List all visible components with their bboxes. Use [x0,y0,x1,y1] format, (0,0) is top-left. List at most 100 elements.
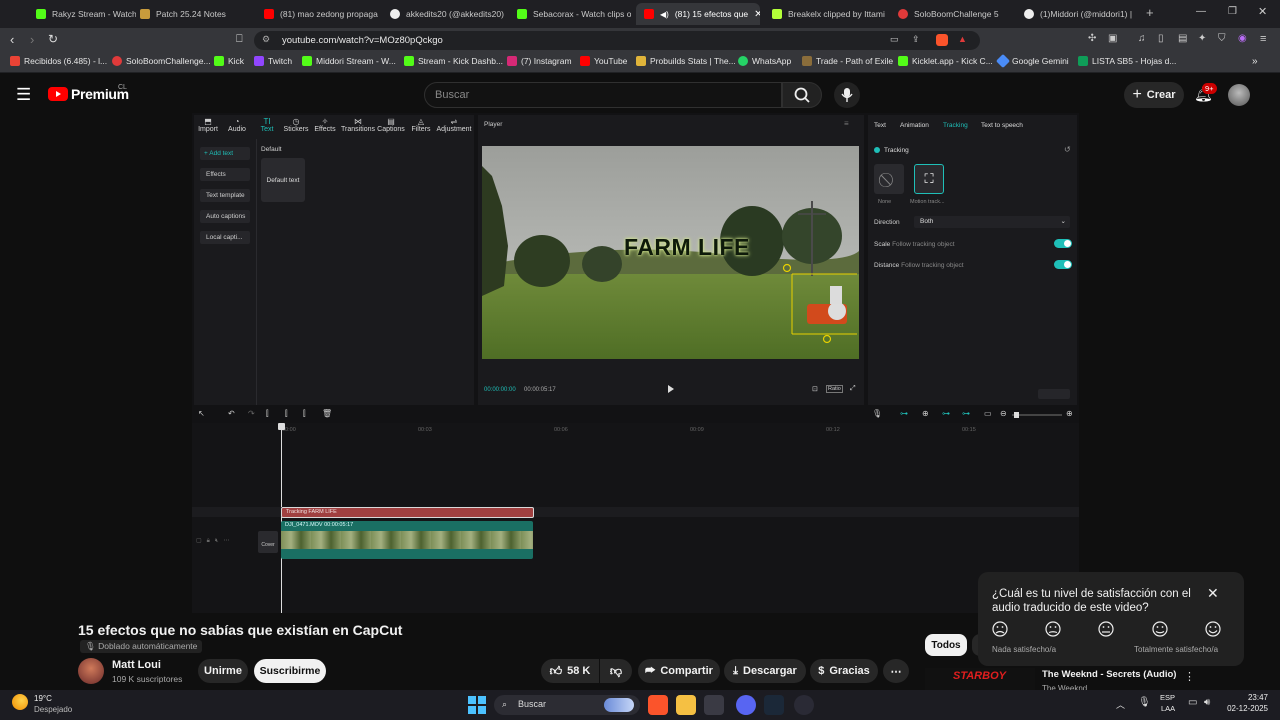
language-layout[interactable]: LAA [1161,704,1175,713]
browser-tab[interactable]: (1)Middori (@middori1) | [1016,3,1140,25]
bookmark-item[interactable]: Kick [214,56,244,66]
voice-search-button[interactable] [834,82,860,108]
playhead-handle[interactable] [278,423,285,430]
extensions-icon[interactable]: ✣ [1088,33,1096,44]
video-player[interactable]: ⬒ Import ◔ Audio TI Text ◷ Stickers ✧ Effects… [192,113,1079,613]
browser-tab[interactable]: akkedits20 (@akkedits20) [382,3,504,25]
redo-icon[interactable]: ↷ [248,409,255,418]
file-explorer-icon[interactable] [676,695,696,715]
bookmark-item[interactable]: Recibidos (6.485) - l... [10,56,107,66]
join-button[interactable]: Unirme [198,659,248,683]
link-icon[interactable]: ⊕ [922,409,929,418]
text-clip[interactable]: Tracking FARM LIFE [281,507,534,518]
taskbar-search[interactable]: ⌕ Buscar [494,695,640,715]
tool-stickers[interactable]: ◷ Stickers [282,115,310,137]
sidebar-icon[interactable]: ▯ [1158,33,1164,44]
tray-expand-icon[interactable]: ︿ [1116,698,1125,711]
close-icon[interactable]: ✕ [1207,585,1219,602]
fit-icon[interactable]: ⊡ [812,385,818,393]
channel-avatar[interactable] [78,658,104,684]
browser-tab[interactable]: (81) mao zedong propaga [256,3,378,25]
add-text-button[interactable]: + Add text [200,147,250,160]
browser-tab[interactable]: SoloBoomChallenge 5 [890,3,1014,25]
tool-text[interactable]: TI Text [252,115,282,137]
thanks-button[interactable]: $ Gracias [810,659,878,683]
share-icon[interactable]: ⇪ [912,34,920,45]
url-text[interactable]: youtube.com/watch?v=MOz80pQckgo [282,35,443,46]
dislike-button[interactable]: 👎︎ [600,659,632,683]
zoom-slider[interactable] [1012,412,1062,418]
media-icon[interactable]: ♫ [1138,33,1146,44]
zoom-out-icon[interactable]: ⊖ [1000,409,1007,418]
distance-toggle[interactable] [1054,260,1072,269]
tool-filters[interactable]: ◬ Filters [406,115,436,137]
share-button[interactable]: ⮫ Compartir [638,659,720,683]
screenshot-icon[interactable]: ▣ [1108,33,1117,44]
store-icon[interactable] [704,695,724,715]
split-icon[interactable]: ⫿ [266,409,269,419]
site-info-icon[interactable]: ⚙ [262,34,270,45]
bookmark-item[interactable]: Stream - Kick Dashb... [404,56,503,66]
brave-rewards-icon[interactable]: ▲ [958,34,967,44]
more-actions-button[interactable]: ⋯ [883,659,909,683]
clock-time[interactable]: 23:47 [1228,693,1268,702]
bookmark-item[interactable]: Google Gemini [995,53,1069,69]
browser-tab[interactable]: Breakelx clipped by Ittami [764,3,888,25]
ratio-button[interactable]: Ratio [826,385,843,393]
preview-axis-icon[interactable]: ⊶ [942,409,950,418]
brave-icon[interactable] [648,695,668,715]
play-icon[interactable] [668,385,674,393]
windows-start-icon[interactable] [468,696,486,714]
tab-animation[interactable]: Animation [900,122,929,129]
vpn-icon[interactable]: ⛉ [1218,33,1226,44]
close-tab-icon[interactable]: ✕ [754,9,760,20]
fullscreen-icon[interactable]: ⤢ [850,385,856,393]
reset-icon[interactable]: ↺ [1064,145,1071,154]
tool-transitions[interactable]: ⋈ Transitions [340,115,376,137]
tab-text[interactable]: Text [874,122,886,129]
brave-shield-icon[interactable] [936,34,948,46]
weather-temp[interactable]: 19°C [34,694,52,703]
tracking-toggle[interactable] [874,147,880,153]
subscribe-button[interactable]: Suscribirme [254,659,326,683]
video-preview[interactable]: FARM LIFE [482,146,859,359]
hamburger-menu-icon[interactable]: ☰ [16,85,31,105]
tab-tracking[interactable]: Tracking [943,122,968,129]
tool-effects[interactable]: ✧ Effects [310,115,340,137]
bookmark-item[interactable]: WhatsApp [738,56,791,66]
bookmark-item[interactable]: Probuilds Stats | The... [636,56,736,66]
overlay-text[interactable]: FARM LIFE [624,234,750,261]
youtube-logo-icon[interactable] [48,87,68,101]
browser-tab-active[interactable]: ◀) (81) 15 efectos que ✕ [636,3,760,25]
bookmark-item[interactable]: LISTA SB5 - Hojas d... [1078,56,1176,66]
player-menu-icon[interactable]: ≡ [844,119,849,128]
suggested-more-icon[interactable]: ⋮ [1184,670,1195,683]
more-bookmarks-icon[interactable]: » [1252,56,1258,67]
menu-auto-captions[interactable]: Auto captions [200,210,250,223]
menu-text-template[interactable]: Text template [200,189,250,202]
search-input[interactable]: Buscar [424,82,782,108]
caption-icon[interactable]: ▭ [984,409,992,418]
bookmark-item[interactable]: Middori Stream - W... [302,56,396,66]
language-code[interactable]: ESP [1160,693,1175,702]
menu-local-captions[interactable]: Local capti... [200,231,250,244]
browser-tab[interactable]: Sebacorax - Watch clips o [509,3,631,25]
close-window-button[interactable]: ✕ [1258,5,1267,18]
channel-name[interactable]: Matt Loui [112,659,161,671]
new-tab-button[interactable]: + [1146,5,1154,20]
discord-icon[interactable] [736,695,756,715]
cast-icon[interactable]: ▭ [890,34,899,45]
weather-icon[interactable] [12,694,28,710]
forward-button[interactable]: › [30,32,34,47]
bookmark-icon[interactable]: ⎕ [236,33,243,46]
address-bar[interactable]: ⚙ youtube.com/watch?v=MOz80pQckgo ▭ ⇪ ▲ [254,31,980,50]
select-tool-icon[interactable]: ↖ [198,409,205,418]
search-button[interactable] [782,82,822,108]
motion-track-option[interactable]: ⛶ [914,164,944,194]
browser-tab[interactable]: Patch 25.24 Notes [132,3,252,25]
undo-icon[interactable]: ↶ [228,409,235,418]
steam-icon[interactable] [764,695,784,715]
bookmark-item[interactable]: Trade - Path of Exile [802,56,893,66]
download-button[interactable]: ⤓ Descargar [724,659,806,683]
clock-date[interactable]: 02-12-2025 [1222,704,1268,713]
